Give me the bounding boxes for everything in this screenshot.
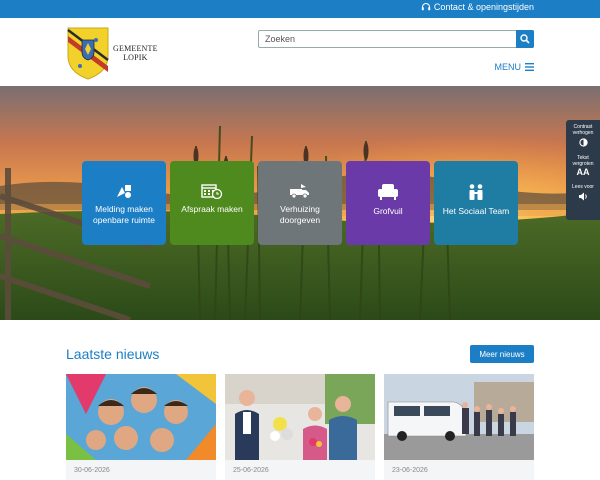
tile-afspraak-maken[interactable]: Afspraak maken xyxy=(170,161,254,245)
search-icon xyxy=(520,34,530,44)
quick-task-tiles: Melding maken openbare ruimte Afspraak m… xyxy=(82,161,518,245)
news-card-date: 23-06-2026 xyxy=(392,467,428,474)
report-icon xyxy=(117,185,131,198)
read-aloud-toggle[interactable]: Lees voor xyxy=(566,180,600,205)
accessibility-panel: Contrast verhogen Tekst vergroten AA Lee… xyxy=(566,120,600,220)
news-card-image xyxy=(225,374,375,460)
tile-label: Verhuizing doorgeven xyxy=(279,204,321,225)
team-icon xyxy=(469,184,483,200)
news-card[interactable]: 25-06-2026 xyxy=(225,374,375,480)
contrast-toggle[interactable]: Contrast verhogen xyxy=(566,120,600,151)
news-card-image xyxy=(66,374,216,460)
tile-melding-maken[interactable]: Melding maken openbare ruimte xyxy=(82,161,166,245)
logo-text: GEMEENTE LOPIK xyxy=(113,44,158,62)
more-news-button[interactable]: Meer nieuws xyxy=(470,345,534,363)
news-card-image xyxy=(384,374,534,460)
search-bar xyxy=(258,30,534,48)
news-section: Laatste nieuws Meer nieuws 30-06-2026 25… xyxy=(0,320,600,480)
text-size-icon: AA xyxy=(576,167,590,177)
headset-icon xyxy=(421,3,431,11)
contrast-label: Contrast verhogen xyxy=(572,124,594,136)
search-input[interactable] xyxy=(259,31,517,47)
news-title: Laatste nieuws xyxy=(66,346,160,362)
hamburger-icon xyxy=(525,63,534,71)
logo-line1: GEMEENTE xyxy=(113,44,158,53)
read-aloud-label: Lees voor xyxy=(572,184,594,190)
armchair-icon xyxy=(378,184,398,200)
menu-label: MENU xyxy=(494,62,522,72)
top-bar: Contact & openingstijden xyxy=(0,0,600,18)
municipality-logo[interactable]: GEMEENTE LOPIK xyxy=(66,26,158,80)
contrast-icon xyxy=(578,138,588,147)
news-card[interactable]: 30-06-2026 xyxy=(66,374,216,480)
header: GEMEENTE LOPIK MENU xyxy=(0,18,600,86)
tile-label: Grofvuil xyxy=(373,206,403,216)
coat-of-arms-icon xyxy=(67,27,109,80)
news-card[interactable]: 23-06-2026 xyxy=(384,374,534,480)
moving-truck-icon xyxy=(290,184,309,199)
text-size-toggle[interactable]: Tekst vergroten AA xyxy=(566,151,600,180)
tile-verhuizing-doorgeven[interactable]: Verhuizing doorgeven xyxy=(258,161,342,245)
news-card-date: 25-06-2026 xyxy=(233,467,269,474)
news-card-date: 30-06-2026 xyxy=(74,467,110,474)
tile-label: Afspraak maken xyxy=(181,204,243,214)
search-button[interactable] xyxy=(516,30,534,48)
contact-link[interactable]: Contact & openingstijden xyxy=(421,2,534,12)
tile-sociaal-team[interactable]: Het Sociaal Team xyxy=(434,161,518,245)
calendar-icon xyxy=(201,184,223,199)
text-size-label: Tekst vergroten xyxy=(572,155,594,167)
tile-grofvuil[interactable]: Grofvuil xyxy=(346,161,430,245)
logo-line2: LOPIK xyxy=(123,53,148,62)
menu-button[interactable]: MENU xyxy=(494,62,534,72)
contact-link-label: Contact & openingstijden xyxy=(433,2,534,12)
tile-label: Het Sociaal Team xyxy=(442,206,510,216)
tile-label: Melding maken openbare ruimte xyxy=(93,204,155,225)
speaker-icon xyxy=(579,192,587,201)
